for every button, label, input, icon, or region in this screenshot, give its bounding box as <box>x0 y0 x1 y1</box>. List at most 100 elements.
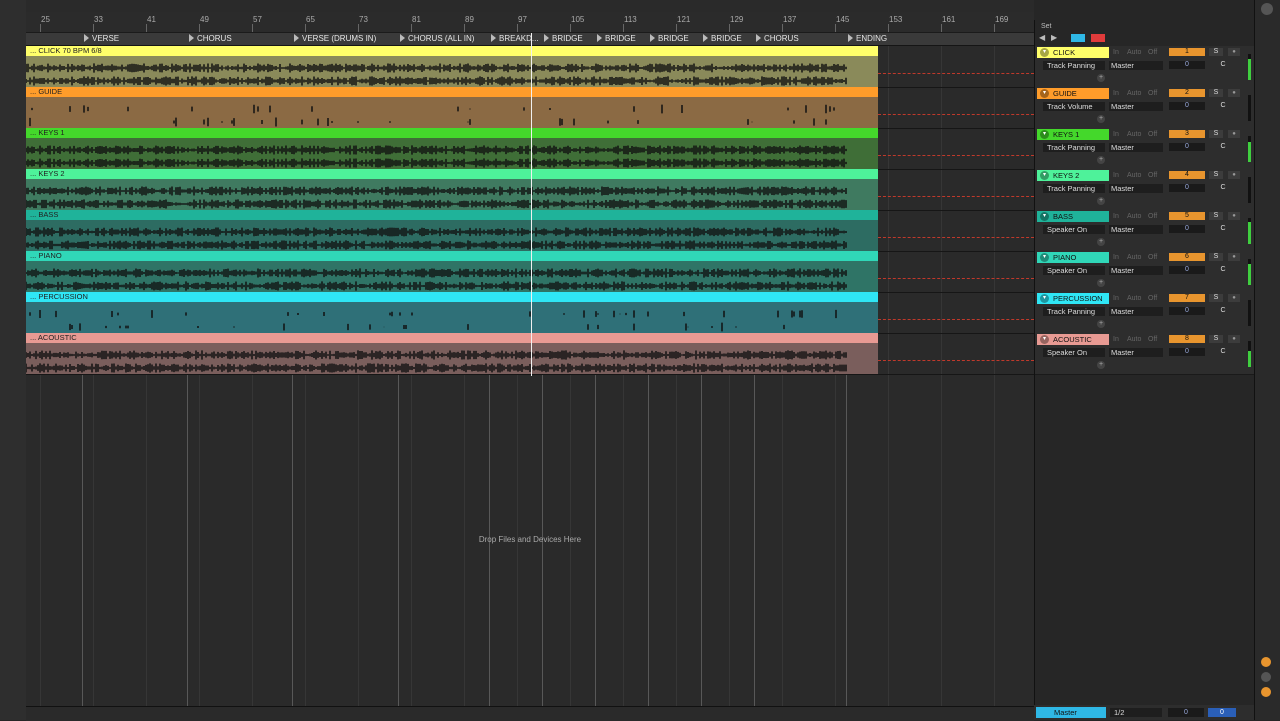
help-icon[interactable] <box>1261 657 1271 667</box>
add-icon[interactable]: + <box>1097 361 1105 369</box>
add-icon[interactable]: + <box>1097 279 1105 287</box>
pan-field[interactable]: C <box>1209 102 1237 110</box>
output-select[interactable]: Master <box>1109 61 1163 70</box>
pan-field[interactable]: C <box>1209 225 1237 233</box>
volume-field[interactable]: 0 <box>1169 184 1205 192</box>
auto-button[interactable]: Auto <box>1127 130 1141 139</box>
master-volume[interactable]: 0 <box>1168 708 1204 717</box>
solo-button[interactable]: S <box>1209 253 1223 261</box>
arm-icon[interactable]: ● <box>1228 212 1240 220</box>
track-name-button[interactable]: ▾ KEYS 1 <box>1037 129 1109 140</box>
arrangement-track[interactable]: ... CLICK 70 BPM 6/8 <box>25 46 1034 88</box>
solo-button[interactable]: S <box>1209 89 1223 97</box>
audio-clip[interactable] <box>25 56 878 87</box>
locator-marker[interactable]: VERSE (DRUMS IN) <box>292 33 376 45</box>
auto-button[interactable]: Auto <box>1127 212 1141 221</box>
output-select[interactable]: Master <box>1109 348 1163 357</box>
locator-triangle-icon[interactable] <box>544 34 549 42</box>
in-button[interactable]: In <box>1113 335 1119 344</box>
track-name-button[interactable]: ▾ PERCUSSION <box>1037 293 1109 304</box>
automation-param-select[interactable]: Track Panning <box>1043 61 1105 70</box>
track-number[interactable]: 6 <box>1169 253 1205 261</box>
pan-field[interactable]: C <box>1209 61 1237 69</box>
arm-icon[interactable]: ● <box>1228 335 1240 343</box>
solo-button[interactable]: S <box>1209 171 1223 179</box>
in-button[interactable]: In <box>1113 89 1119 98</box>
volume-field[interactable]: 0 <box>1169 348 1205 356</box>
automation-param-select[interactable]: Track Volume <box>1043 102 1105 111</box>
audio-clip[interactable] <box>25 138 878 169</box>
off-button[interactable]: Off <box>1148 253 1157 262</box>
pan-field[interactable]: C <box>1209 143 1237 151</box>
auto-button[interactable]: Auto <box>1127 294 1141 303</box>
fold-icon[interactable]: ▾ <box>1040 253 1049 262</box>
volume-field[interactable]: 0 <box>1169 307 1205 315</box>
fold-icon[interactable]: ▾ <box>1040 171 1049 180</box>
locator-triangle-icon[interactable] <box>848 34 853 42</box>
solo-button[interactable]: S <box>1209 212 1223 220</box>
locator-triangle-icon[interactable] <box>491 34 496 42</box>
volume-field[interactable]: 0 <box>1169 102 1205 110</box>
track-number[interactable]: 8 <box>1169 335 1205 343</box>
in-button[interactable]: In <box>1113 253 1119 262</box>
clip-title[interactable]: ... PERCUSSION <box>26 292 878 302</box>
locator-marker[interactable]: BRIDGE <box>648 33 689 45</box>
arrangement-track[interactable]: ... PERCUSSION <box>26 292 1034 334</box>
add-icon[interactable]: + <box>1097 197 1105 205</box>
auto-button[interactable]: Auto <box>1127 48 1141 57</box>
clip-title[interactable]: ... KEYS 1 <box>26 128 878 138</box>
locator-lane[interactable]: VERSE CHORUS VERSE (DRUMS IN) CHORUS (ALL I… <box>26 33 1034 46</box>
audio-clip[interactable] <box>26 97 878 128</box>
output-select[interactable]: Master <box>1109 184 1163 193</box>
auto-button[interactable]: Auto <box>1127 89 1141 98</box>
locator-marker[interactable]: VERSE <box>82 33 119 45</box>
add-icon[interactable]: + <box>1097 74 1105 82</box>
track-name-button[interactable]: ▾ PIANO <box>1037 252 1109 263</box>
output-select[interactable]: Master <box>1109 266 1163 275</box>
beat-time-ruler[interactable]: 25 33 41 49 57 65 73 81 89 97 105 113 121 129 137 145 15… <box>26 12 1034 33</box>
volume-field[interactable]: 0 <box>1169 266 1205 274</box>
add-icon[interactable]: + <box>1097 115 1105 123</box>
arm-icon[interactable]: ● <box>1228 130 1240 138</box>
arm-icon[interactable]: ● <box>1228 89 1240 97</box>
locator-marker[interactable]: BRIDGE <box>542 33 583 45</box>
locator-marker[interactable]: BRIDGE <box>595 33 636 45</box>
off-button[interactable]: Off <box>1148 89 1157 98</box>
off-button[interactable]: Off <box>1148 294 1157 303</box>
clip-title[interactable]: ... KEYS 2 <box>26 169 878 179</box>
volume-field[interactable]: 0 <box>1169 61 1205 69</box>
audio-clip[interactable] <box>25 261 878 292</box>
off-button[interactable]: Off <box>1148 335 1157 344</box>
locator-triangle-icon[interactable] <box>650 34 655 42</box>
locator-marker[interactable]: CHORUS (ALL IN) <box>398 33 474 45</box>
solo-button[interactable]: S <box>1209 48 1223 56</box>
locator-triangle-icon[interactable] <box>400 34 405 42</box>
master-cue-volume[interactable]: 0 <box>1208 708 1236 717</box>
track-number[interactable]: 1 <box>1169 48 1205 56</box>
locator-marker[interactable]: CHORUS <box>187 33 232 45</box>
clip-title[interactable]: ... ACOUSTIC <box>26 333 878 343</box>
clip-title[interactable]: ... GUIDE <box>26 87 878 97</box>
solo-button[interactable]: S <box>1209 335 1223 343</box>
fold-icon[interactable]: ▾ <box>1040 89 1049 98</box>
track-number[interactable]: 2 <box>1169 89 1205 97</box>
monitor-icon[interactable] <box>1261 687 1271 697</box>
audio-clip[interactable] <box>26 302 878 333</box>
automation-param-select[interactable]: Track Panning <box>1043 307 1105 316</box>
arrangement-track[interactable]: ... ACOUSTIC <box>25 333 1034 375</box>
locator-triangle-icon[interactable] <box>756 34 761 42</box>
automation-param-select[interactable]: Track Panning <box>1043 143 1105 152</box>
song-overview[interactable] <box>26 0 1034 12</box>
arrangement-track[interactable]: ... KEYS 2 <box>25 169 1034 211</box>
master-input-select[interactable]: 1/2 <box>1110 708 1162 717</box>
volume-field[interactable]: 0 <box>1169 143 1205 151</box>
track-number[interactable]: 3 <box>1169 130 1205 138</box>
back-arrow-icon[interactable]: ◀ <box>1039 34 1049 42</box>
locator-triangle-icon[interactable] <box>84 34 89 42</box>
pan-field[interactable]: C <box>1209 348 1237 356</box>
in-button[interactable]: In <box>1113 171 1119 180</box>
edit-icon[interactable] <box>1071 34 1085 42</box>
locator-marker[interactable]: ENDING <box>846 33 887 45</box>
track-number[interactable]: 4 <box>1169 171 1205 179</box>
arrangement-track[interactable]: ... PIANO <box>25 251 1034 293</box>
